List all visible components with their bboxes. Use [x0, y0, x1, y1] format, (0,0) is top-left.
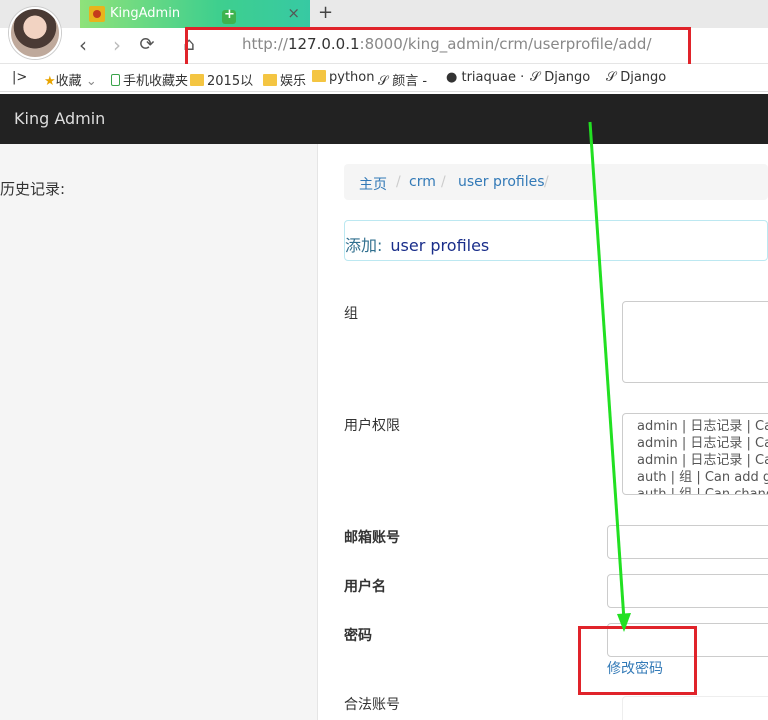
valid-account-field[interactable]: [622, 696, 768, 720]
bookmark-django-1[interactable]: 𝒮 Django: [530, 70, 590, 85]
bookmark-django-2[interactable]: 𝒮 Django: [606, 70, 666, 85]
browser-tab-kingadmin[interactable]: KingAdmin ×: [80, 0, 310, 28]
new-tab-button[interactable]: +: [318, 2, 333, 23]
folder-icon: [263, 74, 277, 86]
sidebar: 历史记录:: [0, 144, 318, 720]
forward-arrow-icon[interactable]: ›: [106, 34, 128, 56]
permission-option[interactable]: admin | 日志记录 | Can delete log entry: [637, 452, 768, 469]
folder-icon: [312, 70, 326, 82]
history-label: 历史记录:: [0, 180, 66, 198]
url-highlight-box: [185, 27, 691, 67]
phone-icon: [111, 74, 120, 86]
breadcrumb-home[interactable]: 主页: [359, 174, 387, 194]
breadcrumb-crm[interactable]: crm: [409, 174, 436, 190]
app-header: King Admin: [0, 94, 768, 144]
username-label: 用户名: [344, 579, 386, 595]
bookmark-triaquae[interactable]: ● triaquae ·: [446, 70, 524, 85]
bookmark-2015[interactable]: 2015以: [190, 70, 253, 89]
brand-link[interactable]: King Admin: [14, 109, 105, 128]
django-icon: 𝒮: [378, 74, 389, 89]
add-panel-heading: 添加: user profiles: [344, 220, 768, 261]
user-avatar[interactable]: [9, 7, 61, 59]
bookmark-python[interactable]: python: [312, 70, 374, 85]
secure-shield-icon: [222, 7, 236, 24]
sidebar-toggle-icon[interactable]: |>: [12, 70, 27, 85]
django-icon: 𝒮: [606, 70, 617, 85]
permissions-label: 用户权限: [344, 418, 400, 434]
star-icon: ★: [44, 74, 56, 89]
groups-multiselect[interactable]: [622, 301, 768, 383]
page-title: 添加: user profiles: [345, 236, 490, 255]
email-field[interactable]: [607, 525, 768, 559]
breadcrumb: 主页 / crm / user profiles /: [344, 164, 768, 200]
breadcrumb-user-profiles[interactable]: user profiles: [458, 174, 545, 190]
permissions-multiselect[interactable]: admin | 日志记录 | Can add log entry admin |…: [622, 413, 768, 495]
password-label: 密码: [344, 628, 372, 644]
bookmark-favorites[interactable]: ★收藏 ⌄: [44, 70, 97, 89]
breadcrumb-separator: /: [544, 174, 549, 190]
password-highlight-box: [578, 626, 697, 695]
permission-option[interactable]: admin | 日志记录 | Can add log entry: [637, 418, 768, 435]
close-tab-button[interactable]: ×: [287, 4, 300, 22]
breadcrumb-separator: /: [396, 174, 401, 190]
username-field[interactable]: [607, 574, 768, 608]
bookmarks-bar: |> ★收藏 ⌄ 手机收藏夹 2015以 娱乐 python 𝒮 颜言 - ● …: [0, 64, 768, 92]
favicon-icon: [89, 6, 105, 22]
tab-title: KingAdmin: [110, 6, 181, 21]
groups-label: 组: [344, 306, 358, 322]
django-icon: 𝒮: [530, 70, 541, 85]
valid-account-label: 合法账号: [344, 697, 400, 713]
bookmark-entertainment[interactable]: 娱乐: [263, 70, 306, 89]
permission-option[interactable]: admin | 日志记录 | Can change log entry: [637, 435, 768, 452]
email-label: 邮箱账号: [344, 530, 400, 546]
permission-option[interactable]: auth | 组 | Can change group: [637, 486, 768, 494]
permission-option[interactable]: auth | 组 | Can add group: [637, 469, 768, 486]
bookmark-mobile[interactable]: 手机收藏夹: [111, 70, 188, 89]
back-arrow-icon[interactable]: ‹: [72, 34, 94, 56]
breadcrumb-separator: /: [441, 174, 446, 190]
github-icon: ●: [446, 70, 458, 85]
folder-icon: [190, 74, 204, 86]
bookmark-yanyan[interactable]: 𝒮 颜言 -: [378, 70, 427, 89]
reload-icon[interactable]: ⟳: [136, 34, 158, 56]
